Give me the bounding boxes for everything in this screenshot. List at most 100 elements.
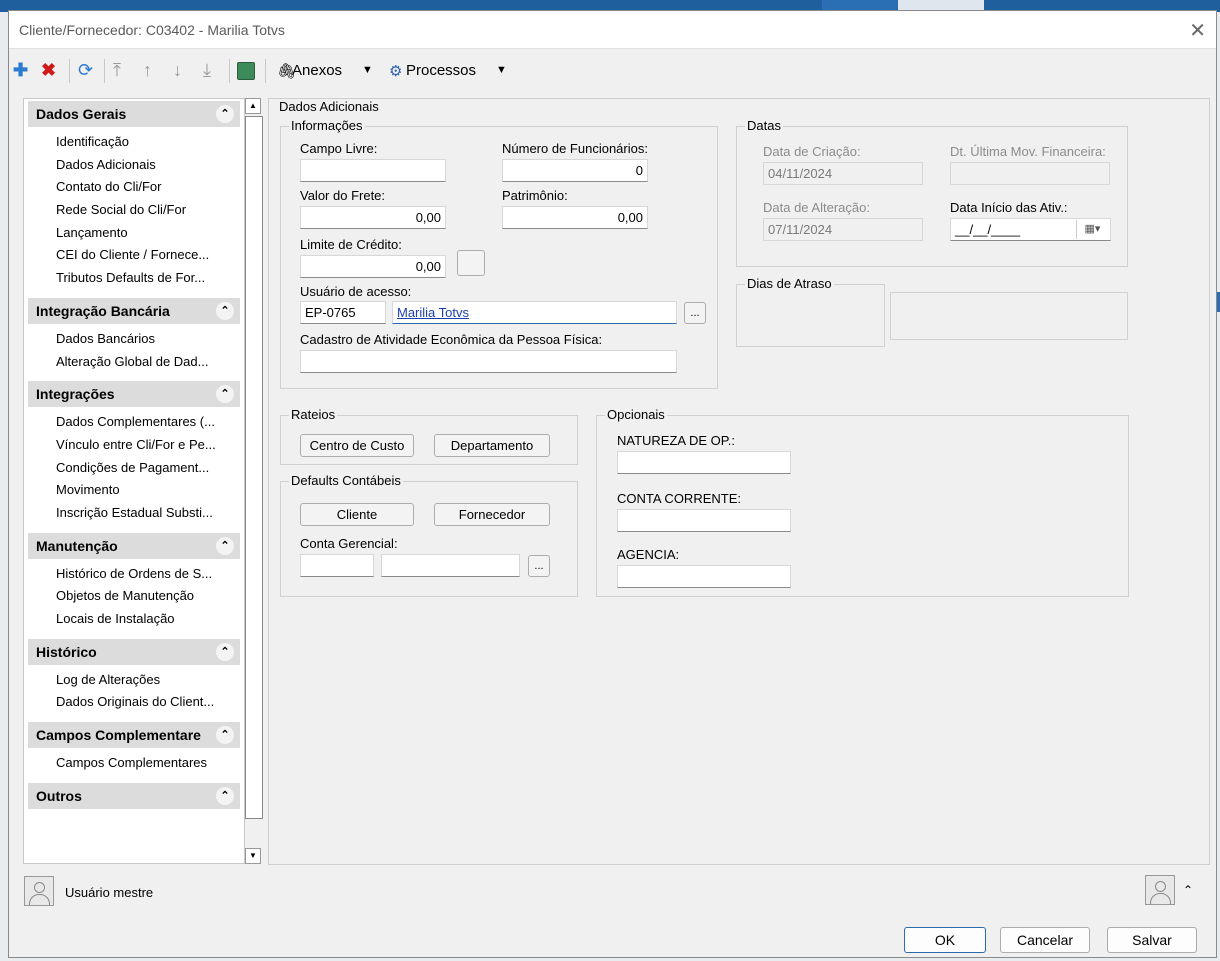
- nav-item[interactable]: Alteração Global de Dad...: [56, 351, 244, 374]
- fornecedor-button[interactable]: Fornecedor: [434, 503, 550, 526]
- limite-credito-button[interactable]: [457, 250, 485, 276]
- nav-group-header[interactable]: Dados Gerais ⌃: [28, 101, 240, 127]
- collapse-icon[interactable]: ⌃: [216, 301, 234, 320]
- valor-frete-input[interactable]: 0,00: [300, 206, 446, 229]
- opcionais-group: Opcionais NATUREZA DE OP.: CONTA CORRENT…: [596, 407, 1129, 597]
- collapse-icon[interactable]: ⌃: [216, 726, 234, 745]
- nav-item[interactable]: Dados Complementares (...: [56, 411, 244, 434]
- nav-group-header[interactable]: Integração Bancária ⌃: [28, 297, 240, 324]
- campo-livre-label: Campo Livre:: [300, 141, 378, 156]
- centro-custo-button[interactable]: Centro de Custo: [300, 434, 414, 457]
- chevron-up-icon[interactable]: ⌃: [1183, 883, 1193, 897]
- salvar-button[interactable]: Salvar: [1107, 927, 1197, 953]
- nav-group-header[interactable]: Histórico ⌃: [28, 638, 240, 665]
- collapse-icon[interactable]: ⌃: [216, 536, 234, 555]
- nav-item[interactable]: Dados Originais do Client...: [56, 691, 244, 714]
- usuario-name-field[interactable]: Marilia Totvs: [392, 301, 677, 324]
- nav-group-title: Campos Complementare: [36, 727, 201, 744]
- chevron-down-icon[interactable]: ▼: [362, 64, 373, 76]
- limite-credito-input[interactable]: 0,00: [300, 255, 446, 278]
- user-label: Usuário mestre: [65, 885, 154, 900]
- ult-mov-input: [950, 162, 1110, 185]
- nav-group-items: Identificação Dados Adicionais Contato d…: [24, 127, 244, 296]
- refresh-icon[interactable]: ⟳: [78, 59, 93, 81]
- defaults-contabeis-group: Defaults Contábeis Cliente Fornecedor Co…: [280, 473, 578, 597]
- ok-button[interactable]: OK: [904, 927, 986, 953]
- nav-item[interactable]: CEI do Cliente / Fornece...: [56, 244, 244, 267]
- usuario-code-input[interactable]: EP-0765: [300, 301, 386, 324]
- cliente-button[interactable]: Cliente: [300, 503, 414, 526]
- nav-group-items: Campos Complementares: [24, 748, 244, 781]
- nav-group-title: Integrações: [36, 386, 115, 403]
- avatar-icon[interactable]: [1145, 875, 1175, 905]
- nav-item[interactable]: Tributos Defaults de For...: [56, 267, 244, 290]
- chevron-down-icon[interactable]: ▼: [496, 64, 507, 76]
- departamento-button[interactable]: Departamento: [434, 434, 550, 457]
- conta-gerencial-desc-input[interactable]: [381, 554, 520, 577]
- navigation-panel: Dados Gerais ⌃ Identificação Dados Adicio…: [23, 98, 245, 864]
- data-criacao-label: Data de Criação:: [763, 144, 861, 159]
- usuario-lookup-button[interactable]: ...: [684, 302, 706, 324]
- nav-item[interactable]: Dados Adicionais: [56, 154, 244, 177]
- data-inicio-label: Data Início das Ativ.:: [950, 200, 1068, 215]
- usuario-link[interactable]: Marilia Totvs: [397, 305, 469, 320]
- nav-group-title: Outros: [36, 787, 82, 804]
- nav-item[interactable]: Inscrição Estadual Substi...: [56, 502, 244, 525]
- datas-group: Datas Data de Criação: 04/11/2024 Dt. Úl…: [736, 118, 1128, 267]
- dialog-window: Cliente/Fornecedor: C03402 - Marilia Tot…: [8, 10, 1217, 958]
- conta-corrente-input[interactable]: [617, 509, 791, 532]
- nav-item[interactable]: Condições de Pagament...: [56, 457, 244, 480]
- nav-item[interactable]: Log de Alterações: [56, 669, 244, 692]
- nav-item[interactable]: Histórico de Ordens de S...: [56, 563, 244, 586]
- cadastro-atividade-input[interactable]: [300, 350, 677, 373]
- nav-group-header[interactable]: Manutenção ⌃: [28, 532, 240, 559]
- collapse-icon[interactable]: ⌃: [216, 105, 234, 123]
- anexos-menu[interactable]: Anexos: [292, 62, 342, 79]
- nav-group-header[interactable]: Campos Complementare ⌃: [28, 722, 240, 749]
- nav-group-header[interactable]: Integrações ⌃: [28, 381, 240, 408]
- conta-gerencial-code-input[interactable]: [300, 554, 374, 577]
- nav-item[interactable]: Locais de Instalação: [56, 608, 244, 631]
- nav-item[interactable]: Objetos de Manutenção: [56, 585, 244, 608]
- move-down-icon[interactable]: ↓: [173, 59, 182, 81]
- calendar-icon[interactable]: ▦▾: [1076, 220, 1108, 239]
- nav-item[interactable]: Vínculo entre Cli/For e Pe...: [56, 434, 244, 457]
- nav-item[interactable]: Movimento: [56, 479, 244, 502]
- agencia-input[interactable]: [617, 565, 791, 588]
- campo-livre-input[interactable]: [300, 159, 446, 182]
- collapse-icon[interactable]: ⌃: [216, 786, 234, 805]
- scrollbar-thumb[interactable]: [245, 116, 263, 819]
- nav-group-title: Histórico: [36, 643, 97, 660]
- delete-icon[interactable]: ✖: [41, 59, 56, 81]
- data-inicio-input[interactable]: __/__/____ ▦▾: [950, 218, 1111, 241]
- collapse-icon[interactable]: ⌃: [216, 642, 234, 661]
- close-icon[interactable]: ✕: [1189, 18, 1206, 43]
- cancelar-button[interactable]: Cancelar: [1000, 927, 1090, 953]
- move-up-icon[interactable]: ↑: [143, 59, 152, 81]
- nav-scrollbar[interactable]: ▲ ▼: [245, 98, 263, 864]
- num-funcionarios-input[interactable]: 0: [502, 159, 648, 182]
- content-panel: Dados Adicionais Informações Campo Livre…: [268, 98, 1210, 865]
- conta-gerencial-lookup-button[interactable]: ...: [528, 555, 550, 577]
- move-last-icon[interactable]: ⤓: [203, 59, 211, 81]
- nav-item[interactable]: Identificação: [56, 131, 244, 154]
- scroll-up-icon[interactable]: ▲: [245, 98, 261, 114]
- move-first-icon[interactable]: ⤒: [113, 59, 121, 81]
- user-avatar-icon: [24, 876, 54, 906]
- nav-item[interactable]: Contato do Cli/For: [56, 176, 244, 199]
- scroll-down-icon[interactable]: ▼: [245, 848, 261, 864]
- patrimonio-input[interactable]: 0,00: [502, 206, 648, 229]
- nav-group-title: Dados Gerais: [36, 106, 127, 122]
- processos-menu[interactable]: Processos: [406, 62, 476, 79]
- collapse-icon[interactable]: ⌃: [216, 385, 234, 404]
- plus-icon[interactable]: ✚: [13, 59, 28, 81]
- natureza-label: NATUREZA DE OP.:: [617, 433, 735, 448]
- nav-item[interactable]: Campos Complementares: [56, 752, 244, 775]
- nav-item[interactable]: Lançamento: [56, 222, 244, 245]
- natureza-input[interactable]: [617, 451, 791, 474]
- nav-group-header[interactable]: Outros ⌃: [28, 782, 240, 809]
- limite-credito-label: Limite de Crédito:: [300, 237, 402, 252]
- nav-item[interactable]: Dados Bancários: [56, 328, 244, 351]
- nav-item[interactable]: Rede Social do Cli/For: [56, 199, 244, 222]
- report-icon[interactable]: [237, 62, 255, 80]
